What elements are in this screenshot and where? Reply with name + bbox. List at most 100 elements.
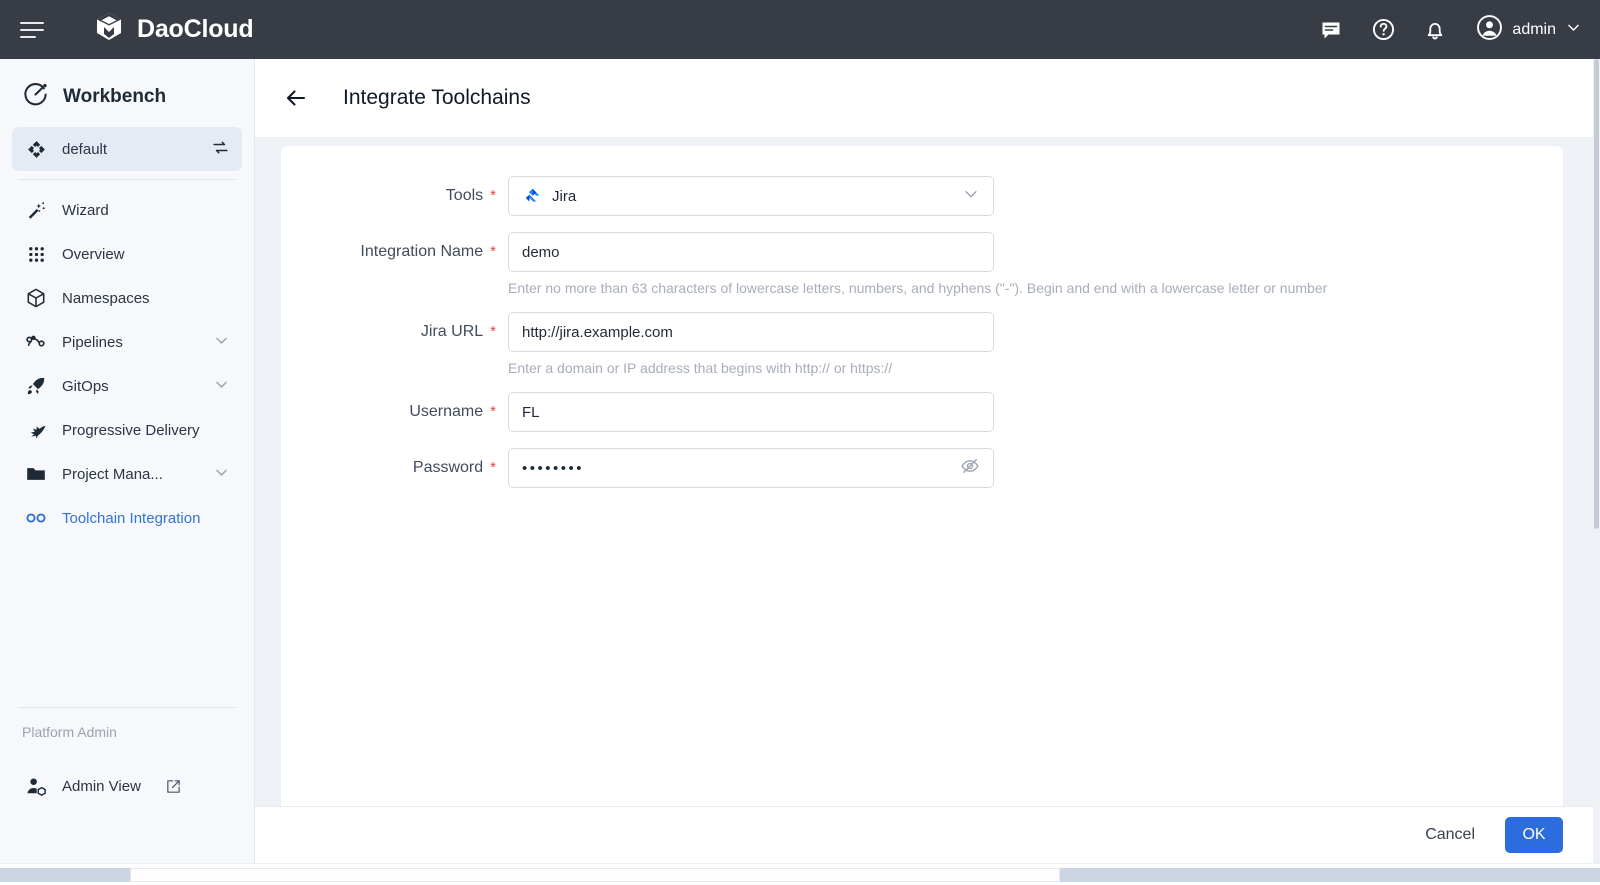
sidebar-item-label: default [62, 140, 108, 158]
integration-name-label: Integration Name * [360, 243, 496, 260]
sidebar-item-pipelines[interactable]: Pipelines [12, 320, 242, 364]
page-title: Integrate Toolchains [343, 86, 531, 109]
workbench-title: Workbench [63, 86, 167, 107]
avatar [1476, 14, 1503, 46]
required-marker: * [490, 459, 496, 476]
chevron-down-icon[interactable] [962, 185, 980, 207]
sidebar-item-label: Pipelines [62, 333, 123, 351]
required-marker: * [490, 243, 496, 260]
form-row-integration-name: Integration Name * demo Enter no more tha… [281, 232, 1563, 296]
jira-url-label: Jira URL * [420, 323, 496, 340]
sidebar: Workbench default Wizard Overview Namesp… [0, 59, 255, 863]
form-footer: Cancel OK [255, 806, 1593, 863]
platform-admin-section-label: Platform Admin [22, 724, 117, 740]
form-card: Tools * Jira Integration Name * demo Ent… [281, 146, 1563, 863]
vertical-scrollbar[interactable] [1593, 59, 1600, 863]
username-value: FL [522, 403, 540, 421]
password-label: Password * [412, 459, 496, 476]
tools-select[interactable]: Jira [508, 176, 994, 216]
tools-field-col: Jira [508, 176, 994, 216]
sidebar-item-overview[interactable]: Overview [12, 232, 242, 276]
sidebar-item-label: Toolchain Integration [62, 509, 201, 527]
vertical-scrollbar-thumb[interactable] [1594, 59, 1599, 529]
infinity-icon [24, 506, 48, 530]
sidebar-item-toolchain-integration[interactable]: Toolchain Integration [12, 496, 242, 540]
switch-icon[interactable] [211, 138, 230, 161]
topbar-actions: admin [1318, 0, 1582, 59]
sidebar-item-label: Project Mana... [62, 465, 163, 483]
required-marker: * [490, 403, 496, 420]
grid-dots-icon [24, 244, 48, 265]
required-marker: * [490, 187, 496, 204]
integration-name-helper-text: Enter no more than 63 characters of lowe… [508, 280, 1328, 296]
pipeline-icon [24, 331, 48, 353]
form-row-password: Password * •••••••• [281, 448, 1563, 488]
password-field-col: •••••••• [508, 448, 994, 488]
sidebar-item-gitops[interactable]: GitOps [12, 364, 242, 408]
cluster-icon [24, 139, 48, 160]
page-header: Integrate Toolchains [255, 59, 1593, 137]
message-icon[interactable] [1318, 17, 1344, 43]
sidebar-item-wizard[interactable]: Wizard [12, 188, 242, 232]
compass-icon [22, 81, 49, 113]
tools-selected-value: Jira [552, 187, 577, 205]
username-label: admin [1512, 20, 1556, 38]
bell-icon[interactable] [1422, 17, 1448, 43]
main-content: Integrate Toolchains Tools * Jira Integr… [255, 59, 1593, 863]
sidebar-item-project-management[interactable]: Project Mana... [12, 452, 242, 496]
external-link-icon[interactable] [165, 778, 182, 795]
eye-off-icon[interactable] [960, 456, 980, 480]
user-menu[interactable]: admin [1476, 14, 1582, 46]
daocloud-cube-icon [92, 10, 126, 49]
rocket-icon [24, 375, 48, 397]
username-input[interactable]: FL [508, 392, 994, 432]
brand-logo[interactable]: DaoCloud [92, 10, 254, 49]
sidebar-item-label: Progressive Delivery [62, 421, 200, 439]
form-row-jira-url: Jira URL * http://jira.example.com Enter … [281, 312, 1563, 376]
sidebar-item-admin-view[interactable]: Admin View [12, 764, 243, 808]
arrow-left-icon[interactable] [283, 85, 309, 111]
workbench-header[interactable]: Workbench [0, 59, 254, 113]
horizontal-scrollbar-thumb[interactable] [130, 868, 1060, 882]
sidebar-item-label: Overview [62, 245, 125, 263]
sidebar-footer: Platform Admin Admin View [0, 699, 255, 808]
horizontal-scrollbar[interactable] [0, 863, 1600, 885]
password-input[interactable]: •••••••• [508, 448, 994, 488]
sidebar-item-label: GitOps [62, 377, 109, 395]
hamburger-icon[interactable] [20, 15, 50, 45]
sidebar-item-label: Admin View [62, 777, 141, 795]
form-row-tools: Tools * Jira [281, 176, 1563, 216]
content-area: Tools * Jira Integration Name * demo Ent… [255, 137, 1593, 863]
jira-url-input[interactable]: http://jira.example.com [508, 312, 994, 352]
top-navigation-bar: DaoCloud admin [0, 0, 1600, 59]
chevron-down-icon[interactable] [213, 376, 230, 397]
chevron-down-icon[interactable] [1565, 19, 1582, 41]
app-root: DaoCloud admin Workbench default Wizard … [0, 0, 1600, 885]
chevron-down-icon[interactable] [213, 464, 230, 485]
sidebar-item-label: Namespaces [62, 289, 150, 307]
bird-icon [24, 419, 48, 442]
tools-label: Tools * [445, 187, 496, 204]
cancel-button[interactable]: Cancel [1413, 818, 1487, 852]
sidebar-item-progressive-delivery[interactable]: Progressive Delivery [12, 408, 242, 452]
folder-icon [24, 463, 48, 485]
required-marker: * [490, 323, 496, 340]
jira-url-value: http://jira.example.com [522, 323, 673, 341]
sidebar-item-default[interactable]: default [12, 127, 242, 171]
chevron-down-icon[interactable] [213, 332, 230, 353]
password-value: •••••••• [522, 459, 585, 477]
username-label: Username * [409, 403, 496, 420]
wand-icon [24, 200, 48, 221]
sidebar-footer-divider [18, 707, 237, 708]
integration-name-input[interactable]: demo [508, 232, 994, 272]
form-row-username: Username * FL [281, 392, 1563, 432]
sidebar-item-namespaces[interactable]: Namespaces [12, 276, 242, 320]
help-icon[interactable] [1370, 17, 1396, 43]
integration-name-field-col: demo Enter no more than 63 characters of… [508, 232, 1327, 296]
jira-icon [522, 187, 541, 206]
username-field-col: FL [508, 392, 994, 432]
sidebar-item-label: Wizard [62, 201, 109, 219]
admin-user-icon [24, 775, 48, 798]
ok-button[interactable]: OK [1505, 817, 1563, 853]
integration-name-value: demo [522, 243, 560, 261]
